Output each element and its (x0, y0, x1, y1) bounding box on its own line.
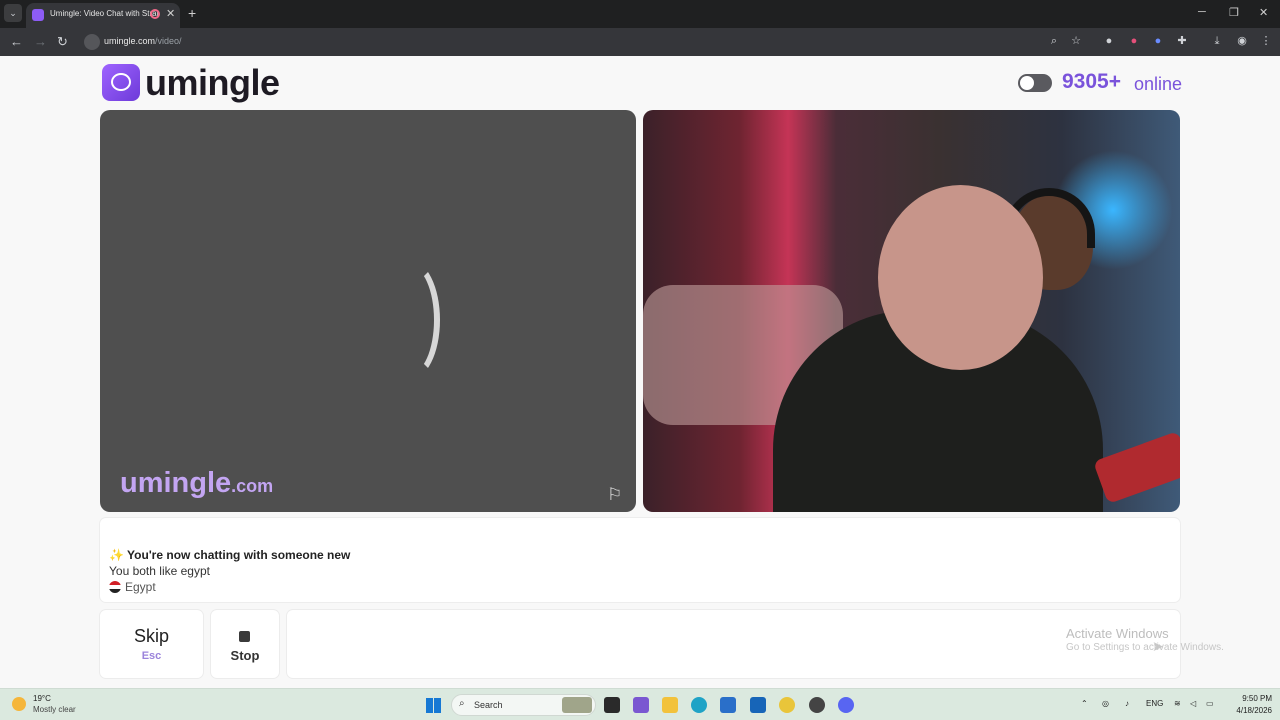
browser-toolbar: ← → ↻ umingle.com/video/ ⌕ ☆ ● ● ● ✚ ⤓ ◉… (0, 28, 1280, 56)
mic-icon[interactable]: ♪ (1125, 699, 1129, 708)
network-icon[interactable]: ◎ (1102, 699, 1109, 708)
tab-search-button[interactable]: ⌄ (4, 4, 22, 22)
skip-shortcut-label: Esc (141, 650, 162, 662)
maximize-button[interactable]: ❐ (1229, 6, 1239, 19)
edge-icon[interactable] (691, 697, 707, 713)
system-message: ✨ You're now chatting with someone new (109, 548, 351, 562)
report-flag-icon[interactable]: ⚐ (607, 485, 622, 505)
new-tab-button[interactable]: + (188, 5, 196, 21)
site-info-icon[interactable] (84, 34, 100, 50)
zoom-icon[interactable]: ⌕ (1047, 34, 1061, 48)
egypt-flag-icon (109, 581, 121, 593)
menu-icon[interactable]: ⋮ (1259, 34, 1273, 48)
obs-icon[interactable] (809, 697, 825, 713)
logo-chat-bubble-icon[interactable] (102, 64, 140, 101)
recording-icon (150, 9, 160, 19)
browser-tab[interactable]: Umingle: Video Chat with Strangers ✕ (26, 3, 180, 28)
volume-icon[interactable]: ◁ (1190, 699, 1196, 708)
store-icon[interactable] (720, 697, 736, 713)
country-label: Egypt (109, 580, 156, 594)
tab-title: Umingle: Video Chat with Strangers (50, 9, 158, 18)
battery-icon[interactable]: ▭ (1206, 699, 1214, 708)
search-label: Search (474, 700, 503, 710)
stop-label: Stop (230, 648, 260, 663)
search-icon: ⌕ (459, 698, 465, 709)
logo-text[interactable]: umingle (145, 62, 280, 104)
common-interest-message: You both like egypt (109, 564, 210, 578)
page-content: umingle 9305+ online umingle.com ⚐ ✨ You… (0, 56, 1280, 688)
windows-start-icon[interactable] (426, 698, 441, 713)
stranger-video-loading: umingle.com ⚐ (100, 110, 636, 512)
online-count: 9305+ (1062, 70, 1121, 93)
discord-icon[interactable] (838, 697, 854, 713)
loading-spinner-icon (380, 260, 440, 380)
extension-icon[interactable]: ● (1127, 34, 1141, 48)
minimize-button[interactable]: ─ (1198, 6, 1206, 18)
app-icon[interactable] (633, 697, 649, 713)
wifi-icon[interactable]: ≋ (1174, 699, 1181, 708)
forward-button[interactable]: → (34, 34, 47, 49)
file-explorer-icon[interactable] (662, 697, 678, 713)
profile-icon[interactable]: ◉ (1235, 34, 1249, 48)
browser-tab-bar: ⌄ Umingle: Video Chat with Strangers ✕ +… (0, 0, 1280, 28)
tray-overflow-icon[interactable]: ⌃ (1081, 699, 1088, 708)
clock-time: 9:50 PM (1242, 694, 1272, 703)
app-icon[interactable] (562, 697, 592, 713)
activate-windows-subtitle: Go to Settings to activate Windows. (1066, 642, 1224, 653)
stop-icon (239, 631, 250, 642)
address-bar[interactable]: umingle.com/video/ (80, 31, 1090, 53)
site-favicon-icon (32, 9, 44, 21)
language-label[interactable]: ENG (1146, 699, 1163, 708)
star-icon[interactable]: ☆ (1069, 34, 1083, 48)
back-button[interactable]: ← (10, 34, 23, 49)
chrome-icon[interactable] (779, 697, 795, 713)
video-watermark: umingle.com (120, 467, 274, 499)
close-window-button[interactable]: ✕ (1259, 6, 1268, 19)
app-icon[interactable] (604, 697, 620, 713)
download-icon[interactable]: ⤓ (1210, 34, 1224, 48)
weather-icon[interactable] (12, 697, 26, 711)
puzzle-icon[interactable]: ✚ (1175, 34, 1189, 48)
skip-label: Skip (133, 626, 169, 646)
extension-icon[interactable]: ● (1102, 34, 1116, 48)
online-label: online (1134, 74, 1183, 94)
reload-button[interactable]: ↻ (57, 34, 68, 50)
chat-log: ✨ You're now chatting with someone new Y… (100, 518, 1180, 602)
stop-button[interactable]: Stop (211, 610, 279, 678)
url-text: umingle.com/video/ (104, 36, 182, 46)
windows-taskbar: 19°C Mostly clear ⌕ Search ⌃ ◎ ♪ ENG ≋ ◁… (0, 688, 1280, 720)
theme-toggle[interactable] (1018, 74, 1052, 92)
taskbar-clock[interactable]: 9:50 PM 4/18/2026 (1225, 694, 1272, 715)
outlook-icon[interactable] (750, 697, 766, 713)
self-video (643, 110, 1180, 512)
skip-button[interactable]: Skip Esc (100, 610, 203, 678)
activate-windows-title: Activate Windows (1066, 626, 1169, 641)
weather-desc[interactable]: Mostly clear (33, 705, 76, 714)
extension-icon[interactable]: ● (1151, 34, 1165, 48)
message-input[interactable] (287, 610, 1180, 678)
tab-close-icon[interactable]: ✕ (166, 7, 175, 20)
clock-date: 4/18/2026 (1236, 706, 1272, 715)
weather-temp[interactable]: 19°C (33, 694, 51, 703)
